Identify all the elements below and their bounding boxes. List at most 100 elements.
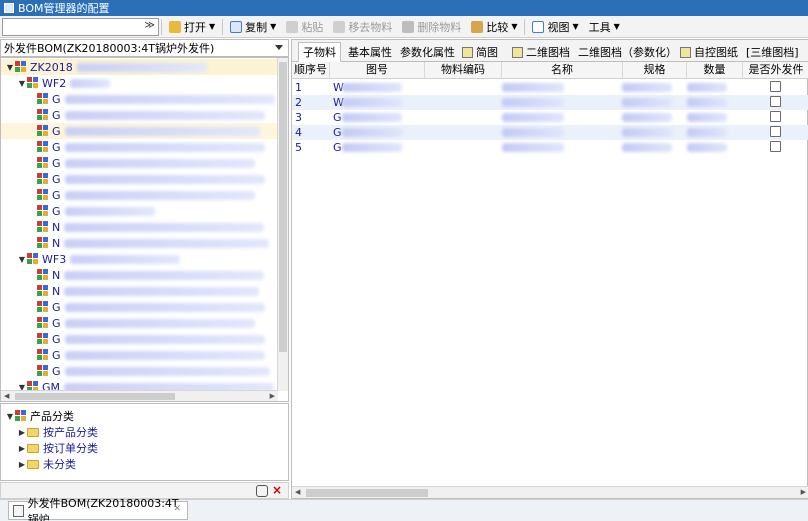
tab-sketch[interactable]: 简图 [458, 42, 502, 62]
tab-parametric[interactable]: 参数化属性 [396, 42, 459, 62]
tab-3d-drawings[interactable]: [三维图档] [742, 42, 803, 62]
expand-icon[interactable]: ▼ [5, 63, 15, 72]
part-icon [37, 220, 50, 234]
tree-node-label: N [52, 268, 61, 282]
outsourced-checkbox[interactable] [770, 111, 781, 122]
tree-node[interactable]: N [1, 219, 279, 235]
tree-node[interactable]: N [1, 267, 279, 283]
cell-seq: 3 [295, 111, 302, 124]
tab-basic[interactable]: 基本属性 [344, 42, 396, 62]
window-title: BOM管理器的配置 [18, 2, 110, 15]
tree-node[interactable]: G [1, 139, 279, 155]
scroll-right-icon[interactable]: ▶ [270, 392, 275, 400]
tree-node[interactable]: ▼ ZK2018 [1, 59, 279, 75]
scroll-right-icon[interactable]: ▶ [801, 488, 806, 496]
view-button[interactable]: 视图 ▼ [527, 17, 583, 37]
close-tab-icon[interactable]: ✕ [173, 504, 181, 514]
copy-button[interactable]: 复制 ▼ [225, 17, 281, 37]
tree-horizontal-scrollbar[interactable]: ◀ ▶ [1, 390, 278, 401]
tab-control-drawings[interactable]: 自控图纸 [676, 42, 742, 62]
outsourced-checkbox[interactable] [770, 96, 781, 107]
table-row[interactable]: 1W [292, 80, 808, 95]
tree-node[interactable]: G [1, 347, 279, 363]
app-icon [4, 3, 14, 13]
redacted-text [64, 142, 265, 152]
move-out-button[interactable]: 移去物料 [328, 17, 397, 37]
scroll-left-icon[interactable]: ◀ [4, 392, 9, 400]
tree-node-label: WF2 [42, 76, 67, 90]
close-icon[interactable]: × [272, 483, 282, 497]
tree-node[interactable]: G [1, 91, 279, 107]
tab-2d-parametric[interactable]: 二维图档（参数化） [574, 42, 681, 62]
grid-horizontal-scrollbar[interactable]: ◀ ▶ [292, 486, 808, 498]
tree-node[interactable]: G [1, 203, 279, 219]
tree-node[interactable]: G [1, 299, 279, 315]
tree-node[interactable]: G [1, 123, 279, 139]
tree-node[interactable]: G [1, 107, 279, 123]
tree-node[interactable]: ▼ WF3 [1, 251, 279, 267]
table-row[interactable]: 2W [292, 95, 808, 110]
tree-node[interactable]: G [1, 315, 279, 331]
paste-button[interactable]: 粘贴 [281, 17, 328, 37]
collapse-icon[interactable]: ▶ [17, 428, 27, 437]
table-row[interactable]: 5G [292, 140, 808, 155]
tab-2d-drawings[interactable]: 二维图档 [508, 42, 574, 62]
col-qty[interactable]: 数量 [687, 62, 743, 79]
tree-vertical-scrollbar[interactable] [277, 58, 288, 391]
tree-node[interactable]: N [1, 283, 279, 299]
document-tab[interactable]: 外发件BOM(ZK20180003:4T锅炉... ✕ [8, 497, 188, 521]
col-outsourced[interactable]: 是否外发件 [743, 62, 808, 79]
category-item[interactable]: ▶ 未分类 [17, 456, 76, 472]
tab-children[interactable]: 子物料 [298, 42, 341, 62]
tree-node[interactable]: G [1, 363, 279, 379]
dropdown-arrow-icon[interactable] [274, 42, 284, 52]
part-icon [37, 364, 50, 378]
refresh-icon[interactable] [256, 485, 268, 497]
col-name[interactable]: 名称 [502, 62, 623, 79]
collapse-icon[interactable]: ▶ [17, 460, 27, 469]
category-item[interactable]: ▶ 按订单分类 [17, 440, 98, 456]
col-drawing[interactable]: 图号 [330, 62, 425, 79]
redacted-text [64, 110, 265, 120]
outsourced-checkbox[interactable] [770, 126, 781, 137]
part-icon [37, 156, 50, 170]
expand-icon[interactable]: ▼ [17, 255, 27, 264]
folder-icon [27, 443, 39, 453]
window-titlebar: BOM管理器的配置 [0, 0, 808, 16]
expand-icon[interactable]: ▼ [5, 412, 15, 421]
bom-selector[interactable]: 外发件BOM(ZK20180003:4T锅炉外发件) [0, 39, 289, 57]
toolbar-combo[interactable]: ≫ [2, 17, 159, 36]
redacted-text [622, 128, 672, 137]
tools-button[interactable]: 工具 ▼ [584, 17, 625, 37]
outsourced-checkbox[interactable] [770, 81, 781, 92]
category-root[interactable]: ▼ 产品分类 [5, 408, 74, 424]
table-row[interactable]: 3G [292, 110, 808, 125]
category-item[interactable]: ▶ 按产品分类 [17, 424, 98, 440]
col-seq[interactable]: 顺序号 [292, 62, 330, 79]
redacted-text [687, 128, 727, 137]
table-row[interactable]: 4G [292, 125, 808, 140]
tree-node[interactable]: G [1, 187, 279, 203]
compare-button[interactable]: 比较 ▼ [466, 17, 522, 37]
delete-button[interactable]: 删除物料 [397, 17, 466, 37]
outsourced-checkbox[interactable] [770, 141, 781, 152]
tree-node[interactable]: N [1, 235, 279, 251]
tree-node[interactable]: ▼ WF2 [1, 75, 279, 91]
scrollbar-thumb[interactable] [306, 489, 428, 497]
scrollbar-thumb[interactable] [15, 393, 175, 400]
expand-icon[interactable]: ▼ [17, 79, 27, 88]
collapse-icon[interactable]: ▶ [17, 444, 27, 453]
redacted-text [622, 143, 672, 152]
redacted-text [687, 113, 727, 122]
scroll-left-icon[interactable]: ◀ [295, 488, 300, 496]
tree-node[interactable]: G [1, 171, 279, 187]
col-material-code[interactable]: 物料编码 [425, 62, 502, 79]
open-button[interactable]: 打开 ▼ [164, 17, 220, 37]
scrollbar-thumb[interactable] [279, 62, 287, 352]
col-spec[interactable]: 规格 [623, 62, 687, 79]
tree-node[interactable]: G [1, 331, 279, 347]
tree-node[interactable]: G [1, 155, 279, 171]
bom-tree: ▼ ZK2018 ▼ WF2 G G G G G G G G N N ▼ WF3 N N G G G G G ▼ GM ◀ ▶ [0, 57, 289, 402]
part-icon [37, 172, 50, 186]
dropdown-arrow-icon: ▼ [572, 22, 579, 31]
